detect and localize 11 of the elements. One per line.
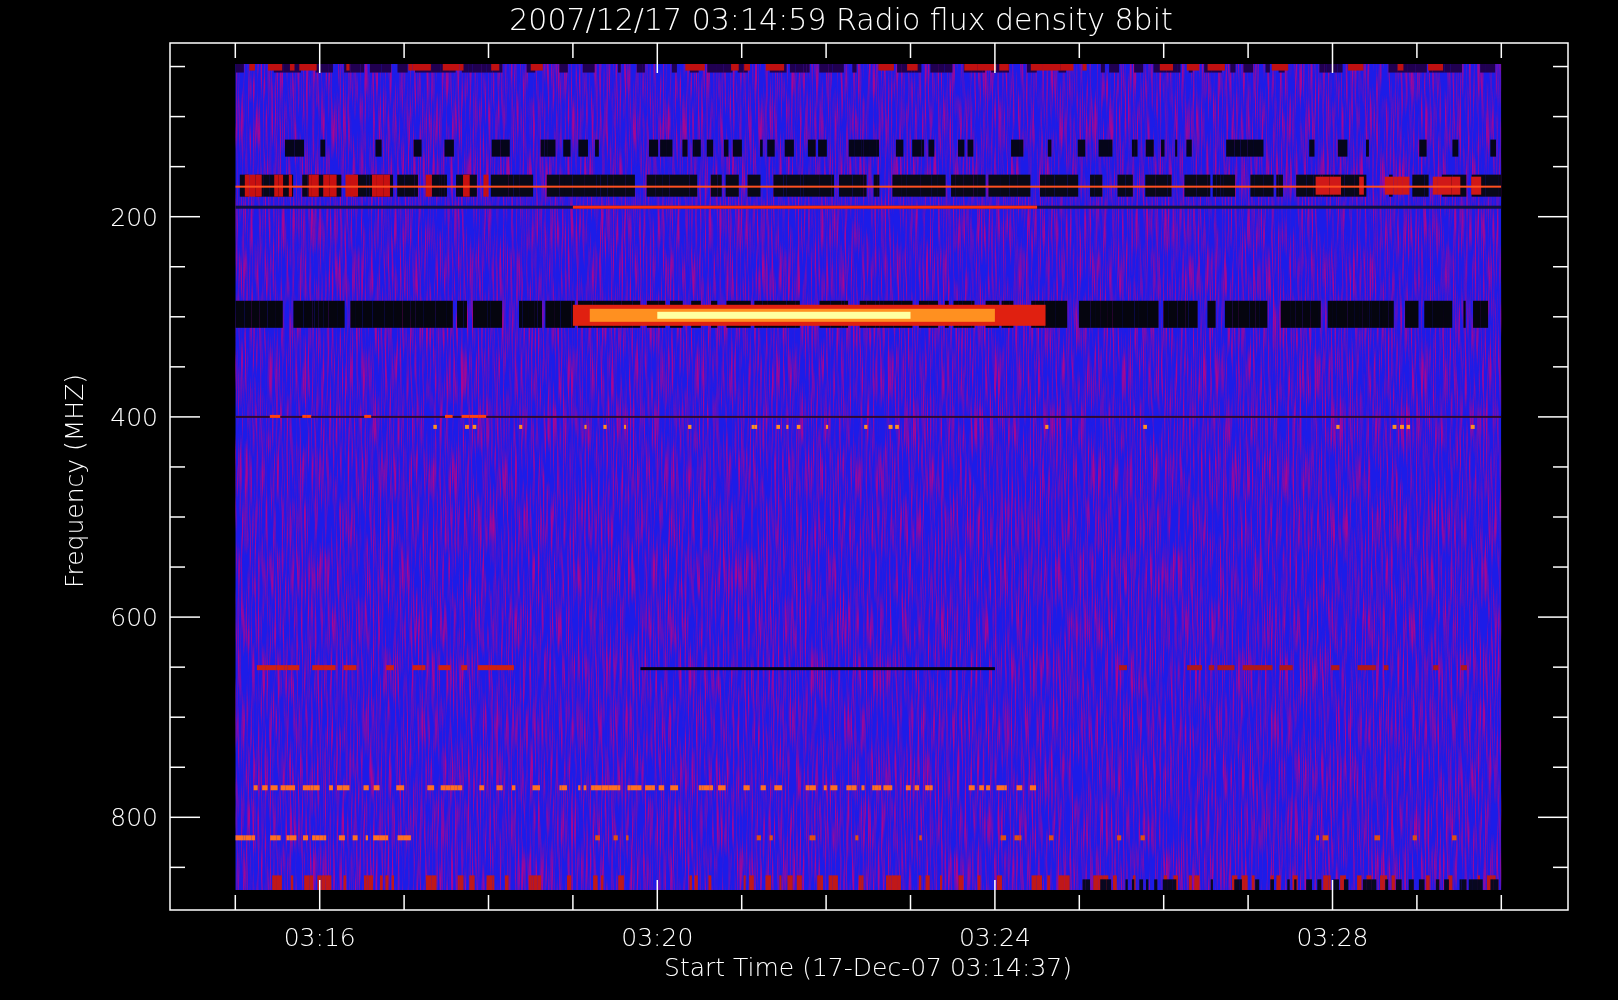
tick-label: 03:24 [958,923,1031,952]
tick-label: 600 [110,603,158,633]
axis-label: Frequency (MHZ) [60,373,89,589]
tick-label: 400 [110,402,158,432]
axis-label: Start Time (17-Dec-07 03:14:37) [664,953,1072,982]
tick-label: 03:16 [283,923,356,952]
plot-title: 2007/12/17 03:14:59 Radio flux density 8bit [509,2,1173,37]
tick-label: 800 [110,803,158,833]
tick-label: 03:20 [621,923,694,952]
tick-label: 200 [110,202,158,232]
tick-label: 03:28 [1296,923,1369,952]
